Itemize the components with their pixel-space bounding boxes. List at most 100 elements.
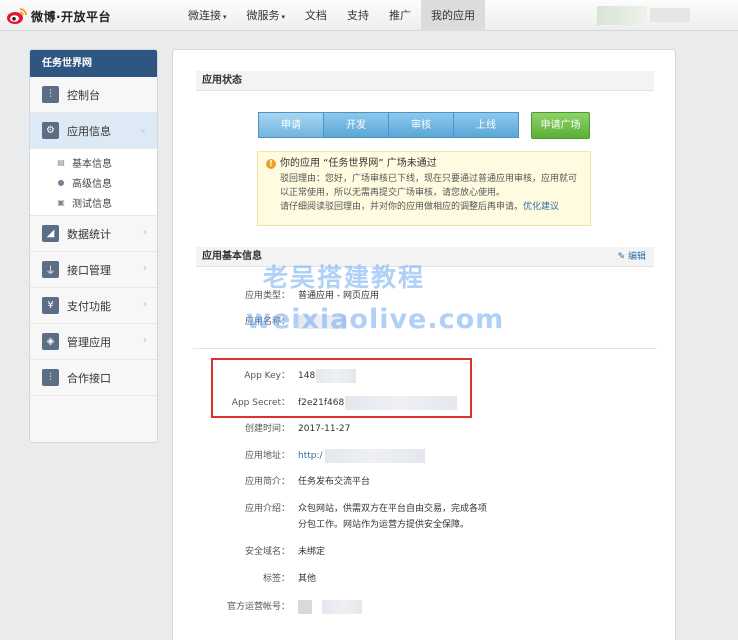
app-summary-value: 任务发布交流平台 xyxy=(298,477,371,487)
created-time-row: 创建时间： 2017-11-27 xyxy=(196,421,654,437)
notice-title: 你的应用 “任务世界网” 广场未通过 xyxy=(280,158,437,169)
edit-button[interactable]: ✎ 编辑 xyxy=(618,247,646,267)
nav-micro-service[interactable]: 微服务 ▾ xyxy=(237,0,296,31)
sidebar-item-label: 应用信息 xyxy=(67,124,111,138)
sidebar-item-statistics[interactable]: ◢ 数据统计 › xyxy=(30,216,157,252)
sidebar-item-label: 合作接口 xyxy=(67,371,111,385)
user-card-icon: ▣ xyxy=(57,197,65,207)
sidebar-item-label: 接口管理 xyxy=(67,263,111,277)
app-intro-line1: 众包网站，供需双方在平台自由交易，完成各项 xyxy=(298,504,488,514)
field-label: 官方运营帐号： xyxy=(226,602,290,612)
nav-promote[interactable]: 推广 xyxy=(379,0,421,31)
edit-icon: ✎ xyxy=(617,252,626,262)
submenu-label: 基本信息 xyxy=(72,158,112,170)
app-status-header: 应用状态 xyxy=(196,71,654,91)
rejection-notice: ! 你的应用 “任务世界网” 广场未通过 驳回理由：您好，广场审核已下线，现在只… xyxy=(257,151,591,226)
watermark-url: weixiaolive.com xyxy=(246,304,505,335)
sidebar-item-app-info[interactable]: ⚙ 应用信息 ⌄ xyxy=(30,113,157,149)
caret-down-icon: ▾ xyxy=(223,13,227,21)
notice-footer: 请仔细阅读驳回理由，并对你的应用做相应的调整后再申请。优化建议 xyxy=(280,200,582,214)
chart-icon: ◢ xyxy=(42,225,59,242)
notice-body: 驳回理由：您好，广场审核已下线，现在只要通过普通应用审核，应用就可以正常使用，所… xyxy=(280,174,578,198)
security-domain-row: 安全域名： 未绑定 xyxy=(196,544,654,560)
sliders-icon: ⫶ xyxy=(42,86,59,103)
sidebar-item-console[interactable]: ⫶ 控制台 xyxy=(30,77,157,113)
sidebar-item-label: 数据统计 xyxy=(67,227,111,241)
nav-micro-connect[interactable]: 微连接 ▾ xyxy=(178,0,237,31)
card-icon: ▤ xyxy=(57,157,65,167)
nav-label: 支持 xyxy=(347,9,370,22)
field-label: 安全域名： xyxy=(244,547,290,557)
chevron-right-icon: › xyxy=(143,227,147,238)
user-avatar-blurred[interactable] xyxy=(597,6,647,25)
nav-docs[interactable]: 文档 xyxy=(295,0,337,31)
nav-support[interactable]: 支持 xyxy=(337,0,379,31)
field-label: 标签： xyxy=(262,574,290,584)
nav-label: 微连接 xyxy=(188,9,221,22)
nav-label: 文档 xyxy=(305,9,328,22)
step-develop: 开发 xyxy=(323,112,389,138)
field-label: 创建时间： xyxy=(244,424,290,434)
step-online: 上线 xyxy=(453,112,519,138)
submenu-test-info[interactable]: ▣ 测试信息 xyxy=(30,192,157,212)
sidebar-footer xyxy=(30,396,157,442)
sliders-icon: ⫶ xyxy=(42,369,59,386)
section-title: 应用基本信息 xyxy=(202,251,262,262)
apply-plaza-button[interactable]: 申请广场 xyxy=(531,112,590,139)
official-account-blurred[interactable] xyxy=(298,599,362,615)
step-apply: 申请 xyxy=(258,112,324,138)
nav-my-apps[interactable]: 我的应用 xyxy=(421,0,486,31)
security-domain-value: 未绑定 xyxy=(298,547,326,557)
layers-icon: ◈ xyxy=(42,333,59,350)
nav-label: 推广 xyxy=(389,9,412,22)
caret-down-icon: ▾ xyxy=(281,13,286,21)
field-label: 应用地址： xyxy=(244,451,290,461)
chevron-right-icon: › xyxy=(143,263,147,274)
edit-label: 编辑 xyxy=(627,252,646,262)
watermark-text: 老吴搭建教程 xyxy=(263,263,426,292)
section-divider xyxy=(193,348,657,349)
warning-icon: ! xyxy=(266,159,276,169)
weibo-eye-icon xyxy=(7,8,27,24)
info-icon: ● xyxy=(57,177,65,187)
gear-icon: ⚙ xyxy=(42,122,59,139)
sidebar-item-payment[interactable]: ¥ 支付功能 › xyxy=(30,288,157,324)
yen-icon: ¥ xyxy=(42,297,59,314)
nav-label: 我的应用 xyxy=(431,9,476,22)
created-time-value: 2017-11-27 xyxy=(298,424,351,434)
chevron-right-icon: › xyxy=(143,335,147,346)
submenu-label: 测试信息 xyxy=(72,198,112,210)
app-url-row: 应用地址： http:/ xyxy=(196,448,654,464)
app-sidebar: 任务世界网 ⫶ 控制台 ⚙ 应用信息 ⌄ ▤ 基本信息 ● 高级信息 ▣ 测试信… xyxy=(29,49,158,443)
logo-text: 微博·开放平台 xyxy=(31,9,112,24)
nav-label: 微服务 xyxy=(246,9,280,22)
app-summary-row: 应用简介： 任务发布交流平台 xyxy=(196,474,654,490)
app-url-text: http:/ xyxy=(298,451,323,461)
chevron-down-icon: ⌄ xyxy=(138,124,147,135)
step-review: 审核 xyxy=(388,112,454,138)
app-info-submenu: ▤ 基本信息 ● 高级信息 ▣ 测试信息 xyxy=(30,149,157,216)
sidebar-item-api-manage[interactable]: ⏚ 接口管理 › xyxy=(30,252,157,288)
notice-tail: 请仔细阅读驳回理由，并对你的应用做相应的调整后再申请。 xyxy=(280,202,524,212)
sidebar-app-title: 任务世界网 xyxy=(30,50,157,77)
main-panel: 应用状态 申请 开发 审核 上线 申请广场 ! 你的应用 “任务世界网” 广场未… xyxy=(172,49,676,640)
app-intro-row-2: 分包工作。网站作为运营方提供安全保障。 xyxy=(196,517,654,533)
main-nav: 微连接 ▾ 微服务 ▾ 文档 支持 推广 我的应用 xyxy=(178,0,486,31)
field-label: 应用简介： xyxy=(244,477,290,487)
field-label: 应用介绍： xyxy=(244,504,290,514)
submenu-basic-info[interactable]: ▤ 基本信息 xyxy=(30,152,157,172)
user-name-blurred[interactable] xyxy=(650,8,690,22)
submenu-label: 高级信息 xyxy=(72,178,112,190)
top-navigation-bar: 微博·开放平台 微连接 ▾ 微服务 ▾ 文档 支持 推广 我的应用 xyxy=(0,0,738,31)
sidebar-item-partner-api[interactable]: ⫶ 合作接口 xyxy=(30,360,157,396)
official-account-row: 官方运营帐号： xyxy=(196,599,654,615)
optimize-suggestion-link[interactable]: 优化建议 xyxy=(523,202,559,212)
status-steps: 申请 开发 审核 上线 xyxy=(258,112,519,138)
app-intro-line2: 分包工作。网站作为运营方提供安全保障。 xyxy=(298,520,470,530)
plug-icon: ⏚ xyxy=(42,261,59,278)
submenu-advanced-info[interactable]: ● 高级信息 xyxy=(30,172,157,192)
app-url-link[interactable]: http:/ xyxy=(298,448,425,464)
sidebar-item-manage-app[interactable]: ◈ 管理应用 › xyxy=(30,324,157,360)
weibo-logo[interactable]: 微博·开放平台 xyxy=(6,6,111,26)
tag-value: 其他 xyxy=(298,574,317,584)
